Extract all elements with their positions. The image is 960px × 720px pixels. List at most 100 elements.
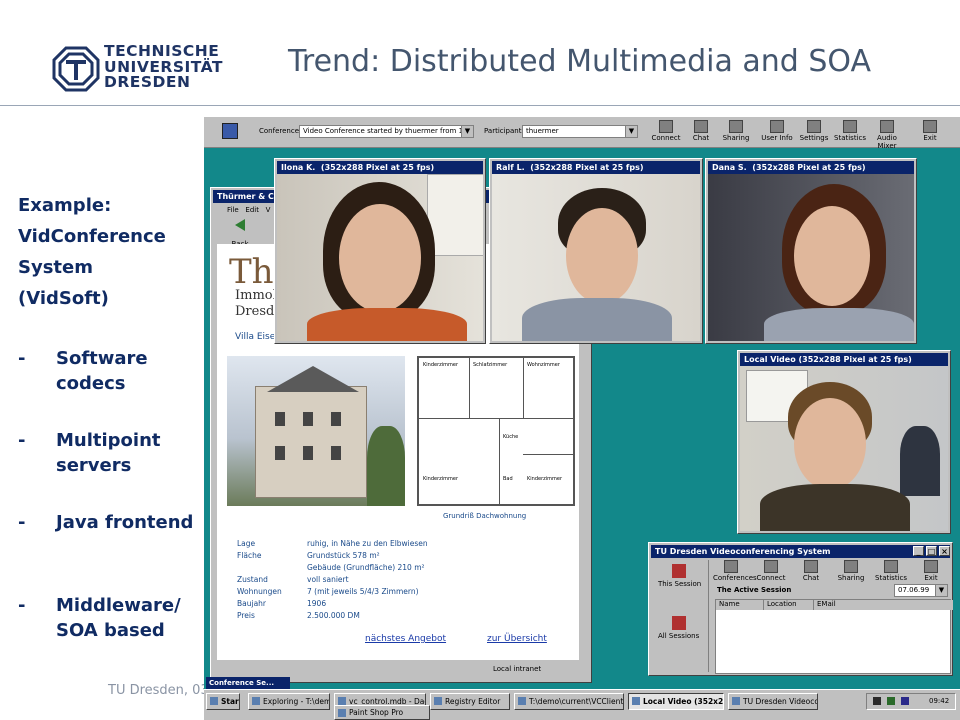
connect-icon: [764, 560, 778, 573]
menu-file[interactable]: File: [227, 206, 239, 214]
toolbar-chat-button[interactable]: Chat: [683, 120, 719, 142]
sidebar-item-all-sessions[interactable]: All Sessions: [658, 632, 699, 640]
title-divider: [0, 105, 960, 106]
sharing-icon: [844, 560, 858, 573]
next-offer-link[interactable]: nächstes Angebot: [365, 634, 446, 644]
tud-sharing-button[interactable]: Sharing: [833, 560, 869, 582]
tud-exit-button[interactable]: Exit: [913, 560, 949, 582]
toolbar-audio-mixer-button[interactable]: Audio Mixer: [869, 120, 905, 150]
tud-chat-button[interactable]: Chat: [793, 560, 829, 582]
sidebar-item-this-session[interactable]: This Session: [658, 580, 701, 588]
site-subtitle-1: Immol: [235, 288, 277, 303]
taskbar-item-tud-vc[interactable]: TU Dresden Videoconfere...: [728, 693, 818, 710]
taskbar-item-exploring[interactable]: Exploring - T:\demo\current: [248, 693, 330, 710]
back-arrow-icon: [235, 219, 245, 231]
statistics-icon: [843, 120, 857, 133]
tud-conferences-button[interactable]: Conferences: [713, 560, 757, 582]
tray-icon[interactable]: [901, 697, 909, 705]
active-session-title: The Active Session: [717, 586, 792, 594]
chevron-down-icon: ▼: [935, 585, 947, 596]
example-heading: Example: VidConference System (VidSoft): [18, 195, 166, 309]
toolbar-settings-button[interactable]: Settings: [796, 120, 832, 142]
chevron-down-icon: ▼: [625, 126, 637, 137]
user-info-icon: [770, 120, 784, 133]
detail-row: Zustand voll saniert: [237, 575, 349, 584]
participant-select[interactable]: thuermer ▼: [522, 125, 638, 138]
column-header-email[interactable]: EMail: [814, 600, 953, 610]
browser-menu: File Edit V: [227, 206, 270, 214]
sharing-icon: [729, 120, 743, 133]
taskbar: Start Exploring - T:\demo\current vc_con…: [204, 689, 960, 720]
app-logo-icon: [222, 123, 238, 139]
column-header-location[interactable]: Location: [764, 600, 814, 610]
taskbar-item-local-video[interactable]: Local Video (352x288 Pi...: [628, 693, 724, 710]
tud-statistics-button[interactable]: Statistics: [873, 560, 909, 582]
exit-icon: [924, 560, 938, 573]
university-name: TECHNISCHE UNIVERSITÄT DRESDEN: [104, 42, 224, 91]
tud-connect-button[interactable]: Connect: [753, 560, 789, 582]
desktop-screenshot: Conferences: Video Conference started by…: [204, 117, 960, 720]
exit-icon: [923, 120, 937, 133]
detail-row: Fläche Grundstück 578 m²: [237, 551, 380, 560]
close-icon[interactable]: ×: [939, 546, 950, 556]
conference-select[interactable]: Video Conference started by thuermer fro…: [299, 125, 474, 138]
participant-name: Dana S.: [712, 163, 747, 172]
taskbar-item-paint-shop[interactable]: Paint Shop Pro: [334, 705, 430, 720]
local-video-window: Local Video (352x288 Pixel at 25 fps): [737, 350, 951, 534]
taskbar-item-registry[interactable]: Registry Editor: [430, 693, 510, 710]
chat-icon: [804, 560, 818, 573]
taskbar-item-vcclient[interactable]: T:\demo\current\VCClient...: [514, 693, 624, 710]
toolbar-exit-button[interactable]: Exit: [912, 120, 948, 142]
session-date-select[interactable]: 07.06.99 ▼: [894, 584, 948, 597]
menu-view[interactable]: V: [266, 206, 271, 214]
menu-edit[interactable]: Edit: [245, 206, 259, 214]
system-tray: 09:42: [866, 693, 956, 710]
participants-table: Name Location EMail: [715, 599, 953, 674]
session-sidebar: This Session All Sessions: [652, 560, 709, 672]
property-details: Lage ruhig, in Nähe zu den Elbwiesen Fläc…: [237, 538, 567, 622]
participant-name: Ilona K.: [281, 163, 316, 172]
minimize-icon[interactable]: _: [913, 546, 924, 556]
detail-row: Lage ruhig, in Nähe zu den Elbwiesen: [237, 539, 428, 548]
this-session-icon: [672, 564, 686, 578]
video-window-ilona: Ilona K. (352x288 Pixel at 25 fps): [274, 158, 486, 344]
local-video-feed: [740, 366, 948, 531]
audio-mixer-icon: [880, 120, 894, 133]
toolbar-sharing-button[interactable]: Sharing: [718, 120, 754, 142]
villa-photo: [227, 356, 405, 506]
toolbar-connect-button[interactable]: Connect: [648, 120, 684, 142]
settings-icon: [807, 120, 821, 133]
browser-status-zone: Local intranet: [493, 665, 542, 673]
maximize-icon[interactable]: □: [926, 546, 937, 556]
toolbar-user-info-button[interactable]: User Info: [759, 120, 795, 142]
start-button[interactable]: Start: [206, 693, 240, 710]
all-sessions-icon: [672, 616, 686, 630]
floor-plan-caption: Grundriß Dachwohnung: [443, 512, 527, 520]
participant-name: Ralf L.: [496, 163, 525, 172]
slide-title: Trend: Distributed Multimedia and SOA: [288, 44, 872, 79]
overview-link[interactable]: zur Übersicht: [487, 634, 547, 644]
clock: 09:42: [929, 697, 950, 705]
column-header-name[interactable]: Name: [716, 600, 764, 610]
statistics-icon: [884, 560, 898, 573]
video-window-ralf: Ralf L. (352x288 Pixel at 25 fps): [489, 158, 703, 344]
detail-row: Wohnungen 7 (mit jeweils 5/4/3 Zimmern): [237, 587, 419, 596]
detail-row: Preis 2.500.000 DM: [237, 611, 360, 620]
tu-dresden-logo-icon: [52, 46, 100, 92]
video-feed: [708, 174, 914, 341]
tray-icon[interactable]: [873, 697, 881, 705]
conferences-icon: [724, 560, 738, 573]
toolbar-statistics-button[interactable]: Statistics: [832, 120, 868, 142]
video-window-dana: Dana S. (352x288 Pixel at 25 fps): [705, 158, 917, 344]
vc-app-toolbar: Conferences: Video Conference started by…: [204, 117, 960, 150]
participants-label: Participants:: [484, 127, 528, 135]
tud-vc-window: TU Dresden Videoconferencing System _ □ …: [648, 542, 953, 676]
slide-footer: TU Dresden, 03: [108, 683, 209, 698]
connect-icon: [659, 120, 673, 133]
detail-row: Baujahr 1906: [237, 599, 327, 608]
video-feed: [277, 174, 483, 341]
tray-icon[interactable]: [887, 697, 895, 705]
detail-row: Gebäude (Grundfläche) 210 m²: [307, 563, 425, 572]
chevron-down-icon: ▼: [461, 126, 473, 137]
video-feed: [492, 174, 700, 341]
